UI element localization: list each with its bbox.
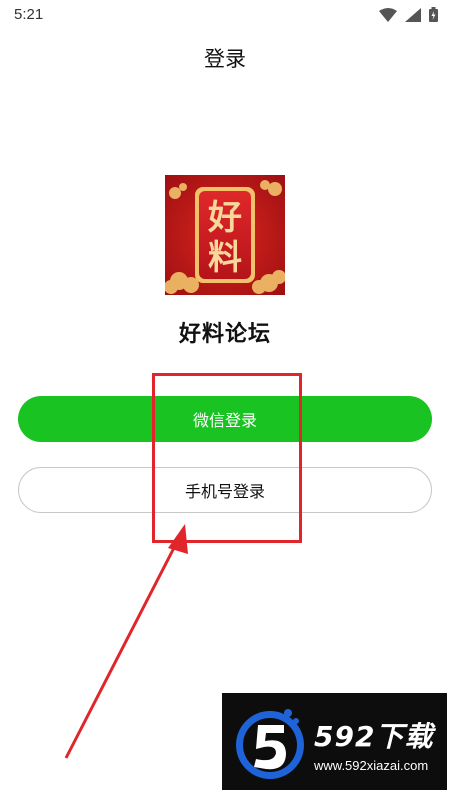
app-logo: 好 料	[165, 175, 285, 295]
watermark-url: www.592xiazai.com	[314, 758, 429, 773]
signal-icon	[405, 7, 421, 22]
watermark-title: 592下载	[314, 720, 434, 753]
battery-icon	[429, 7, 438, 22]
status-icons	[379, 7, 438, 22]
annotation-highlight-box	[152, 373, 302, 543]
status-time: 5:21	[14, 6, 44, 23]
status-bar: 5:21	[0, 0, 450, 32]
logo-char-1: 好	[207, 198, 242, 238]
page-title: 登录	[204, 47, 246, 71]
wifi-icon	[379, 7, 397, 22]
logo-char-2: 料	[208, 238, 242, 278]
app-name: 好料论坛	[178, 322, 271, 347]
watermark: 592下载 www.592xiazai.com	[222, 693, 447, 790]
watermark-logo	[236, 709, 304, 779]
